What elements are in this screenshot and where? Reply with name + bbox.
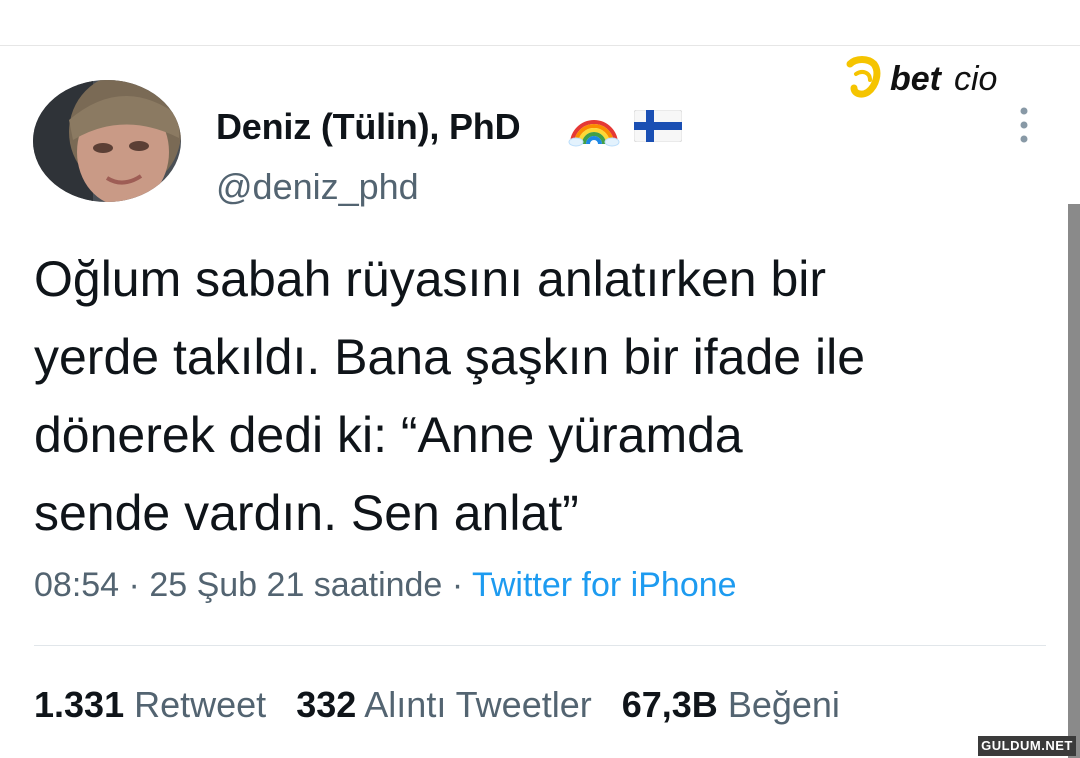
author-name[interactable]: Deniz (Tülin), PhD [216,106,521,148]
tweet-meta: 08:54 · 25 Şub 21 saatinde · Twitter for… [34,566,737,605]
more-vertical-icon[interactable] [1016,106,1032,144]
retweets-label: Retweet [134,684,267,725]
finland-flag-icon [634,110,682,142]
svg-text:cio: cio [954,60,997,98]
stats-divider [34,645,1046,646]
betcio-logo: bet cio [846,56,997,98]
tweet-text-line: dönerek dedi ki: “Anne yüramda [34,407,743,463]
tweet-text-line: yerde takıldı. Bana şaşkın bir ifade ile [34,329,866,385]
rainbow-icon [568,120,620,147]
quotes-stat[interactable]: 332 Alıntı Tweetler [296,684,592,725]
tweet-text: Oğlum sabah rüyasını anlatırken bir yerd… [34,240,1034,552]
tweet-time[interactable]: 08:54 [34,566,119,604]
top-divider [0,45,1080,46]
svg-text:bet: bet [890,60,943,98]
likes-label: Beğeni [727,684,840,725]
likes-stat[interactable]: 67,3B Beğeni [622,684,840,725]
likes-count: 67,3B [621,684,718,725]
meta-separator: · [451,566,464,604]
tweet-date[interactable]: 25 Şub 21 saatinde [149,566,442,604]
retweets-stat[interactable]: 1.331 Retweet [34,684,266,725]
quotes-count: 332 [296,684,357,725]
tweet-stats: 1.331 Retweet 332 Alıntı Tweetler 67,3B Be… [34,684,840,726]
author-handle[interactable]: @deniz_phd [216,166,419,208]
tweet-source-link[interactable]: Twitter for iPhone [472,566,737,604]
watermark: GULDUM.NET [978,736,1076,756]
scrollbar[interactable] [1068,204,1080,758]
avatar[interactable] [33,80,181,202]
avatar-photo [33,80,181,202]
retweets-count: 1.331 [34,684,125,725]
meta-separator: · [128,566,140,604]
tweet-text-line: sende vardın. Sen anlat” [34,485,579,541]
tweet-text-line: Oğlum sabah rüyasını anlatırken bir [34,251,827,307]
quotes-label: Alıntı Tweetler [364,684,592,725]
